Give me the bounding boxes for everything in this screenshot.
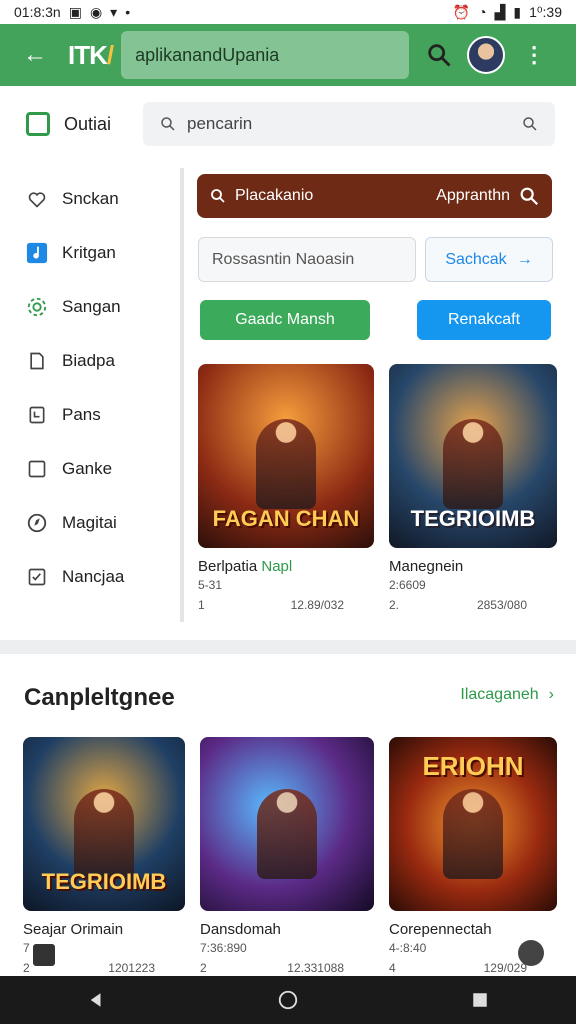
green-action-button[interactable]: Gaadc Mansh — [200, 300, 370, 340]
text-field[interactable]: Rossasntin Naoasin — [198, 237, 416, 282]
game-art-title: FAGAN CHAN — [212, 506, 360, 531]
signal-icon: ▟ — [494, 3, 506, 20]
nav-recents-icon[interactable] — [460, 980, 500, 1020]
search-icon[interactable] — [518, 185, 540, 207]
game-title: Seajar Orimain — [23, 921, 124, 938]
app-logo: ITK/ — [68, 39, 114, 70]
game-title: Dansdomah — [200, 921, 281, 938]
sidebar-item-kritgan[interactable]: Kritgan — [0, 226, 180, 280]
chevron-right-icon: › — [548, 686, 554, 703]
square-icon — [26, 458, 48, 480]
sidebar-item-snckan[interactable]: Snckan — [0, 172, 180, 226]
sidebar-item-nancjaa[interactable]: Nancjaa — [0, 550, 180, 604]
check-box-icon — [26, 566, 48, 588]
gear-icon — [26, 296, 48, 318]
system-nav-bar — [0, 976, 576, 1024]
hero-figure — [443, 789, 503, 880]
chevron-down-icon: ▾ — [110, 3, 118, 20]
section-label: Outiai — [64, 114, 112, 134]
game-title: Corepennectah — [389, 921, 492, 938]
sidebar-item-ganke[interactable]: Ganke — [0, 442, 180, 496]
sub-header: Outiai pencarin — [0, 86, 576, 166]
primary-search-placeholder: Placakanio — [235, 187, 314, 204]
nav-back-icon[interactable] — [76, 980, 116, 1020]
gallery-icon: ▣ — [68, 3, 82, 20]
whatsapp-icon: ◉ — [89, 3, 103, 20]
game-thumbnail[interactable] — [200, 737, 374, 911]
status-bar: 01:8:3n ▣ ◉ ▾ • ⏰ ◔ ▟ ▮ 1⁰:39 — [0, 0, 576, 24]
floating-window-icon[interactable] — [33, 944, 55, 966]
sidebar-divider — [180, 168, 184, 622]
floating-bubble-icon[interactable] — [518, 940, 544, 966]
status-time-left: 01:8:3n — [14, 4, 61, 20]
game-thumbnail[interactable]: FAGAN CHAN — [198, 364, 374, 548]
game-meta: 1 12.89/032 — [198, 598, 344, 612]
search-button[interactable]: Sachcak → — [425, 237, 553, 282]
back-arrow-icon[interactable]: ← — [20, 40, 50, 70]
dot-icon: • — [125, 4, 131, 20]
search-icon[interactable] — [425, 41, 453, 69]
game-title: Manegnein — [389, 558, 464, 575]
game-card[interactable]: TEGRIOIMB Seajar Orimain 7 2 1201223 — [23, 737, 185, 975]
app-bar: ← ITK/ aplikanandUpania ⋮ — [0, 24, 576, 86]
heart-shield-icon — [26, 188, 48, 210]
primary-search-bar[interactable]: Placakanio Appranthn — [197, 174, 552, 218]
game-subtitle: 7:36:890 — [200, 941, 247, 955]
primary-search-scope: Appranthn — [436, 187, 510, 204]
hero-figure — [256, 419, 316, 510]
section-logo-icon — [26, 112, 50, 136]
game-thumbnail[interactable]: TEGRIOIMB — [23, 737, 185, 911]
bookmark-icon — [26, 404, 48, 426]
search-icon[interactable] — [521, 115, 539, 133]
wifi-icon: ◔ — [478, 4, 487, 20]
status-time-right: 1⁰:39 — [529, 3, 562, 20]
game-subtitle: 2:6609 — [389, 578, 426, 592]
section-divider — [0, 640, 576, 654]
game-art-title: TEGRIOIMB — [410, 506, 536, 531]
sidebar-item-magitai[interactable]: Magitai — [0, 496, 180, 550]
battery-icon: ▮ — [513, 3, 522, 20]
hero-figure — [443, 419, 503, 510]
sidebar-item-sangan[interactable]: Sangan — [0, 280, 180, 334]
hero-figure — [257, 789, 317, 880]
game-meta: 2. 2853/080 — [389, 598, 527, 612]
search-icon — [211, 189, 225, 203]
music-note-icon — [26, 242, 48, 264]
alarm-icon: ⏰ — [452, 3, 471, 20]
hero-figure — [74, 789, 134, 880]
sidebar: Snckan Kritgan Sangan Biadpa Pans Ganke … — [0, 172, 180, 604]
game-meta: 2 12.331088 — [200, 961, 344, 975]
more-vert-icon[interactable]: ⋮ — [523, 42, 545, 68]
sidebar-item-pans[interactable]: Pans — [0, 388, 180, 442]
game-title: Berlpatia Napl — [198, 558, 293, 575]
compass-icon — [26, 512, 48, 534]
document-icon — [26, 350, 48, 372]
arrow-right-icon: → — [516, 250, 533, 268]
section-title: Canpleltgnee — [24, 684, 175, 711]
game-card[interactable]: TEGRIOIMB Manegnein 2:6609 2. 2853/080 — [389, 364, 557, 612]
avatar[interactable] — [467, 36, 506, 74]
game-card[interactable]: FAGAN CHAN Berlpatia Napl 5-31 1 12.89/03… — [198, 364, 374, 612]
search-icon — [161, 117, 175, 131]
game-card[interactable]: Dansdomah 7:36:890 2 12.331088 — [200, 737, 374, 975]
game-thumbnail[interactable]: TEGRIOIMB — [389, 364, 557, 548]
search-placeholder: pencarin — [187, 114, 253, 133]
nav-home-icon[interactable] — [268, 980, 308, 1020]
game-thumbnail[interactable]: ERIOHN — [389, 737, 557, 911]
sidebar-item-biadpa[interactable]: Biadpa — [0, 334, 180, 388]
url-field[interactable]: aplikanandUpania — [121, 31, 410, 79]
search-bar[interactable]: pencarin — [143, 102, 555, 146]
blue-action-button[interactable]: Renakcaft — [417, 300, 551, 340]
game-art-title: TEGRIOIMB — [41, 869, 167, 894]
game-art-title: ERIOHN — [422, 751, 524, 781]
see-more-link[interactable]: Ilacaganeh › — [460, 686, 554, 704]
game-subtitle: 5-31 — [198, 578, 223, 592]
